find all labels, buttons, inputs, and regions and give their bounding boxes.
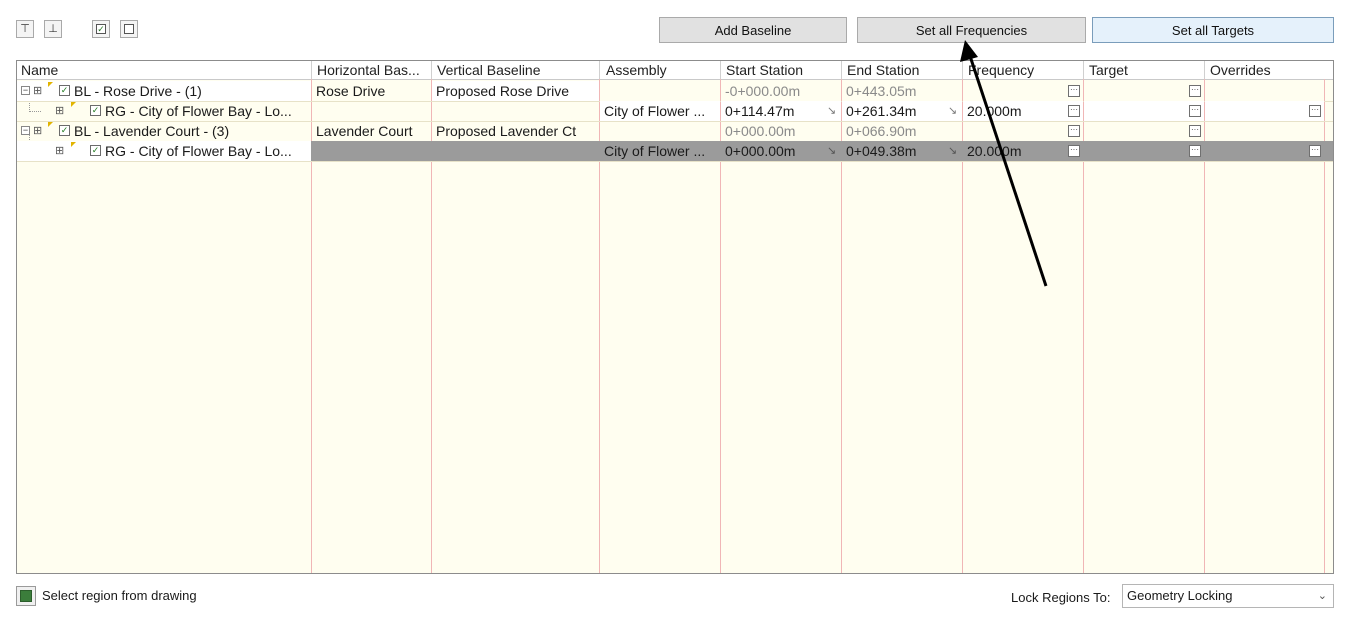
uncheck-all-button[interactable] xyxy=(120,20,138,38)
row-name: RG - City of Flower Bay - Lo... xyxy=(105,103,292,119)
name-cell[interactable]: ⊞ ✓ RG - City of Flower Bay - Lo... xyxy=(17,101,311,121)
pick-station-icon[interactable]: ↘ xyxy=(948,144,957,157)
row-name: BL - Rose Drive - (1) xyxy=(74,83,202,99)
grid-header: Name Horizontal Bas... Vertical Baseline… xyxy=(17,61,1333,80)
expand-icon: ⊤ xyxy=(20,22,30,35)
col-frequency[interactable]: Frequency xyxy=(964,61,1082,79)
end-station-cell[interactable]: 0+261.34m xyxy=(842,101,962,121)
row-name: BL - Lavender Court - (3) xyxy=(74,123,230,139)
add-baseline-button[interactable]: Add Baseline xyxy=(659,17,847,43)
horizontal-cell[interactable]: Rose Drive xyxy=(312,81,431,101)
overrides-ellipsis-button[interactable]: ··· xyxy=(1309,105,1321,117)
pick-station-icon[interactable]: ↘ xyxy=(827,144,836,157)
row-checkbox[interactable]: ✓ xyxy=(90,145,101,156)
target-ellipsis-button[interactable]: ··· xyxy=(1189,105,1201,117)
row-checkbox[interactable]: ✓ xyxy=(90,105,101,116)
start-station-cell[interactable]: -0+000.00m xyxy=(721,81,841,101)
start-station-cell[interactable]: 0+114.47m xyxy=(721,101,841,121)
flag-icon xyxy=(71,142,76,147)
frequency-cell[interactable]: 20.000m xyxy=(963,141,1083,161)
overrides-ellipsis-button[interactable]: ··· xyxy=(1309,145,1321,157)
col-target[interactable]: Target xyxy=(1085,61,1203,79)
baseline-icon: ⊞ xyxy=(33,85,43,97)
frequency-ellipsis-button[interactable]: ··· xyxy=(1068,125,1080,137)
end-station-cell[interactable]: 0+066.90m xyxy=(842,121,962,141)
select-region-label: Select region from drawing xyxy=(42,588,197,603)
col-assembly[interactable]: Assembly xyxy=(602,61,720,79)
row-checkbox[interactable]: ✓ xyxy=(59,125,70,136)
vertical-cell[interactable]: Proposed Rose Drive xyxy=(432,81,599,101)
set-all-targets-button[interactable]: Set all Targets xyxy=(1092,17,1334,43)
expand-all-button[interactable]: ⊤ xyxy=(16,20,34,38)
col-start-station[interactable]: Start Station xyxy=(722,61,840,79)
flag-icon xyxy=(48,82,53,87)
target-ellipsis-button[interactable]: ··· xyxy=(1189,145,1201,157)
frequency-ellipsis-button[interactable]: ··· xyxy=(1068,145,1080,157)
name-cell[interactable]: − ⊞ ✓ BL - Lavender Court - (3) xyxy=(17,121,311,141)
checked-box-icon: ✓ xyxy=(96,23,106,34)
table-row[interactable]: ⊞ ✓ RG - City of Flower Bay - Lo... City… xyxy=(17,101,1333,122)
table-row[interactable]: − ⊞ ✓ BL - Rose Drive - (1) Rose Drive P… xyxy=(17,81,1333,102)
table-row[interactable]: − ⊞ ✓ BL - Lavender Court - (3) Lavender… xyxy=(17,121,1333,142)
collapse-node-icon[interactable]: − xyxy=(21,86,30,95)
lock-regions-label: Lock Regions To: xyxy=(1011,590,1111,605)
col-vertical-baseline[interactable]: Vertical Baseline xyxy=(433,61,598,79)
chevron-down-icon: ⌄ xyxy=(1317,590,1327,602)
region-icon: ⊞ xyxy=(55,105,65,117)
baseline-grid[interactable]: Name Horizontal Bas... Vertical Baseline… xyxy=(16,60,1334,574)
end-station-cell[interactable]: 0+049.38m xyxy=(842,141,962,161)
overrides-cell[interactable] xyxy=(1205,101,1324,121)
set-all-frequencies-button[interactable]: Set all Frequencies xyxy=(857,17,1086,43)
unchecked-box-icon xyxy=(124,24,134,34)
frequency-ellipsis-button[interactable]: ··· xyxy=(1068,85,1080,97)
flag-icon xyxy=(48,122,53,127)
frequency-cell[interactable]: 20.000m xyxy=(963,101,1083,121)
row-name: RG - City of Flower Bay - Lo... xyxy=(105,143,292,159)
name-cell[interactable]: − ⊞ ✓ BL - Rose Drive - (1) xyxy=(17,81,311,101)
end-station-cell[interactable]: 0+443.05m xyxy=(842,81,962,101)
flag-icon xyxy=(71,102,76,107)
assembly-cell[interactable]: City of Flower ... xyxy=(600,141,720,161)
target-cell[interactable] xyxy=(1084,101,1204,121)
col-name[interactable]: Name xyxy=(17,61,311,79)
start-station-cell[interactable]: 0+000.00m xyxy=(721,121,841,141)
assembly-cell[interactable]: City of Flower ... xyxy=(600,101,720,121)
select-region-button[interactable] xyxy=(16,586,36,606)
target-ellipsis-button[interactable]: ··· xyxy=(1189,85,1201,97)
col-horizontal-baseline[interactable]: Horizontal Bas... xyxy=(313,61,431,79)
name-cell[interactable]: ⊞ ✓ RG - City of Flower Bay - Lo... xyxy=(17,141,311,161)
baseline-icon: ⊞ xyxy=(33,125,43,137)
select-region-icon xyxy=(20,590,32,602)
region-icon: ⊞ xyxy=(55,145,65,157)
col-overrides[interactable]: Overrides xyxy=(1206,61,1324,79)
collapse-node-icon[interactable]: − xyxy=(21,126,30,135)
collapse-all-button[interactable]: ⊥ xyxy=(44,20,62,38)
col-end-station[interactable]: End Station xyxy=(843,61,961,79)
lock-regions-dropdown[interactable]: Geometry Locking ⌄ xyxy=(1122,584,1334,608)
row-checkbox[interactable]: ✓ xyxy=(59,85,70,96)
check-all-button[interactable]: ✓ xyxy=(92,20,110,38)
horizontal-cell[interactable]: Lavender Court xyxy=(312,121,431,141)
frequency-ellipsis-button[interactable]: ··· xyxy=(1068,105,1080,117)
lock-regions-value: Geometry Locking xyxy=(1127,588,1233,603)
table-row-selected[interactable]: ⊞ ✓ RG - City of Flower Bay - Lo... City… xyxy=(17,141,1333,162)
pick-station-icon[interactable]: ↘ xyxy=(948,104,957,117)
start-station-cell[interactable]: 0+000.00m xyxy=(721,141,841,161)
vertical-cell[interactable]: Proposed Lavender Ct xyxy=(432,121,599,141)
collapse-icon: ⊥ xyxy=(48,22,58,35)
pick-station-icon[interactable]: ↘ xyxy=(827,104,836,117)
target-ellipsis-button[interactable]: ··· xyxy=(1189,125,1201,137)
